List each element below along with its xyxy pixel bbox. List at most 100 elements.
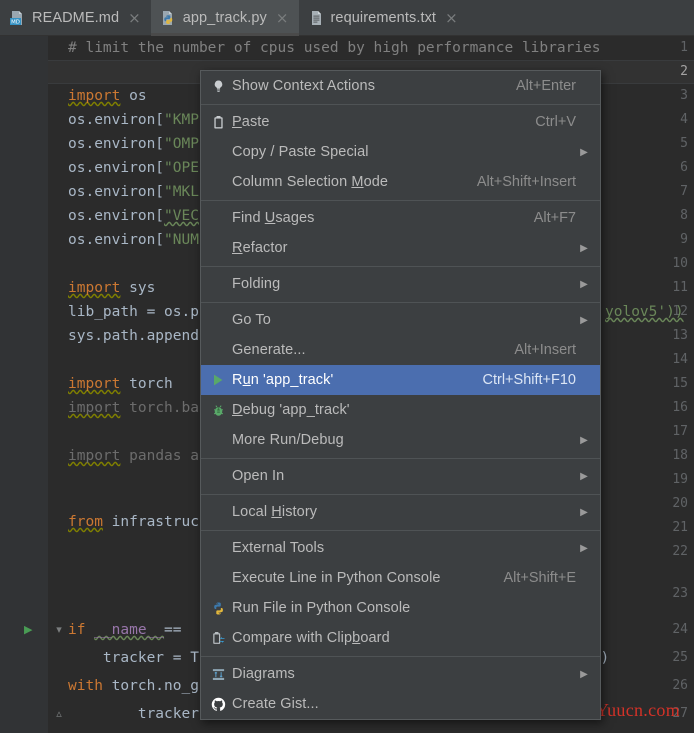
menu-item-refactor[interactable]: Refactor ▶ xyxy=(201,233,600,263)
no-icon xyxy=(204,137,232,167)
code-line: sys.path.append xyxy=(68,328,199,344)
run-gutter-icon[interactable]: ▶ xyxy=(24,618,38,642)
menu-item-shortcut: Alt+Shift+Insert xyxy=(476,174,576,190)
run-play-icon xyxy=(204,365,232,395)
chevron-right-icon: ▶ xyxy=(580,668,588,680)
compare-clipboard-icon xyxy=(204,623,232,653)
menu-item-label: Generate... xyxy=(232,342,306,358)
menu-item-show-context-actions[interactable]: Show Context Actions Alt+Enter xyxy=(201,71,600,101)
code-line: import os xyxy=(68,88,147,104)
menu-item-label: Execute Line in Python Console xyxy=(232,570,441,586)
tab-close-icon[interactable]: × xyxy=(128,10,141,26)
menu-item-diagrams[interactable]: Diagrams ▶ xyxy=(201,659,600,689)
no-icon xyxy=(204,335,232,365)
code-line: if __name__== xyxy=(68,622,182,638)
no-icon xyxy=(204,305,232,335)
no-icon xyxy=(204,425,232,455)
tab-label: app_track.py xyxy=(182,10,267,26)
code-line: os.environ["KMP xyxy=(68,112,199,128)
menu-item-external-tools[interactable]: External Tools ▶ xyxy=(201,533,600,563)
menu-separator xyxy=(201,656,600,657)
menu-item-local-history[interactable]: Local History ▶ xyxy=(201,497,600,527)
no-icon xyxy=(204,269,232,299)
no-icon xyxy=(204,167,232,197)
fold-end-icon[interactable]: ▵ xyxy=(52,702,66,726)
chevron-right-icon: ▶ xyxy=(580,146,588,158)
menu-separator xyxy=(201,494,600,495)
no-icon xyxy=(204,233,232,263)
menu-item-run-file-in-python-console[interactable]: Run File in Python Console xyxy=(201,593,600,623)
no-icon xyxy=(204,461,232,491)
menu-item-label: More Run/Debug xyxy=(232,432,344,448)
python-file-icon xyxy=(160,10,176,26)
tab-requirements-txt[interactable]: requirements.txt × xyxy=(299,0,468,36)
watermark-red: Yuucn.com xyxy=(595,700,680,720)
editor-context-menu[interactable]: Show Context Actions Alt+Enter Paste Ctr… xyxy=(200,70,601,720)
code-line-right-fragment: yolov5')) xyxy=(605,304,684,320)
code-line: os.environ["VEC xyxy=(68,208,199,224)
tab-readme-md[interactable]: MD README.md × xyxy=(0,0,151,36)
no-icon xyxy=(204,497,232,527)
menu-item-label: Run File in Python Console xyxy=(232,600,411,616)
no-icon xyxy=(204,533,232,563)
menu-item-label: Paste xyxy=(232,114,270,130)
chevron-right-icon: ▶ xyxy=(580,242,588,254)
menu-item-open-in[interactable]: Open In ▶ xyxy=(201,461,600,491)
menu-item-debug-app-track[interactable]: Debug 'app_track' xyxy=(201,395,600,425)
code-line: lib_path = os.p xyxy=(68,304,199,320)
no-icon xyxy=(204,203,232,233)
chevron-right-icon: ▶ xyxy=(580,542,588,554)
no-icon xyxy=(204,563,232,593)
menu-item-more-run-debug[interactable]: More Run/Debug ▶ xyxy=(201,425,600,455)
debug-bug-icon xyxy=(204,395,232,425)
editor-tab-bar: MD README.md × app_track.py × requiremen… xyxy=(0,0,694,36)
menu-item-label: Run 'app_track' xyxy=(232,372,334,388)
menu-item-label: Folding xyxy=(232,276,281,292)
code-line: os.environ["OMP xyxy=(68,136,199,152)
menu-item-label: External Tools xyxy=(232,540,325,556)
menu-separator xyxy=(201,266,600,267)
menu-item-label: Refactor xyxy=(232,240,288,256)
menu-item-label: Diagrams xyxy=(232,666,295,682)
menu-item-execute-line-in-python-console[interactable]: Execute Line in Python Console Alt+Shift… xyxy=(201,563,600,593)
menu-separator xyxy=(201,530,600,531)
menu-item-shortcut: Ctrl+Shift+F10 xyxy=(482,372,577,388)
menu-separator xyxy=(201,104,600,105)
menu-item-label: Local History xyxy=(232,504,318,520)
code-line: os.environ["OPE xyxy=(68,160,199,176)
chevron-right-icon: ▶ xyxy=(580,278,588,290)
menu-item-copy-paste-special[interactable]: Copy / Paste Special ▶ xyxy=(201,137,600,167)
code-line: import pandas a xyxy=(68,448,199,464)
code-line: os.environ["MKL xyxy=(68,184,199,200)
menu-item-go-to[interactable]: Go To ▶ xyxy=(201,305,600,335)
code-line: import torch.ba xyxy=(68,400,199,416)
github-icon xyxy=(204,689,232,719)
svg-text:MD: MD xyxy=(11,20,20,26)
menu-item-shortcut: Ctrl+V xyxy=(535,114,576,130)
menu-item-paste[interactable]: Paste Ctrl+V xyxy=(201,107,600,137)
menu-item-compare-with-clipboard[interactable]: Compare with Clipboard xyxy=(201,623,600,653)
tab-app-track-py[interactable]: app_track.py × xyxy=(150,0,299,36)
markdown-file-icon: MD xyxy=(9,10,25,26)
tab-label: README.md xyxy=(32,10,120,26)
menu-item-create-gist[interactable]: Create Gist... xyxy=(201,689,600,719)
menu-item-label: Find Usages xyxy=(232,210,315,226)
lightbulb-icon xyxy=(204,71,232,101)
pycharm-window: MD README.md × app_track.py × requiremen… xyxy=(0,0,694,733)
code-line: # limit the number of cpus used by high … xyxy=(68,40,601,56)
menu-item-generate[interactable]: Generate... Alt+Insert xyxy=(201,335,600,365)
fold-collapse-icon[interactable]: ▾ xyxy=(52,618,66,642)
menu-item-folding[interactable]: Folding ▶ xyxy=(201,269,600,299)
menu-item-label: Compare with Clipboard xyxy=(232,630,390,646)
menu-item-run-app-track[interactable]: Run 'app_track' Ctrl+Shift+F10 xyxy=(201,365,600,395)
menu-item-find-usages[interactable]: Find Usages Alt+F7 xyxy=(201,203,600,233)
code-line: from infrastruc xyxy=(68,514,199,530)
menu-item-shortcut: Alt+F7 xyxy=(533,210,576,226)
menu-item-column-selection-mode[interactable]: Column Selection Mode Alt+Shift+Insert xyxy=(201,167,600,197)
menu-item-label: Show Context Actions xyxy=(232,78,376,94)
code-line: import sys xyxy=(68,280,156,296)
chevron-right-icon: ▶ xyxy=(580,506,588,518)
clipboard-icon xyxy=(204,107,232,137)
tab-close-icon[interactable]: × xyxy=(445,10,458,26)
tab-close-icon[interactable]: × xyxy=(276,10,289,26)
